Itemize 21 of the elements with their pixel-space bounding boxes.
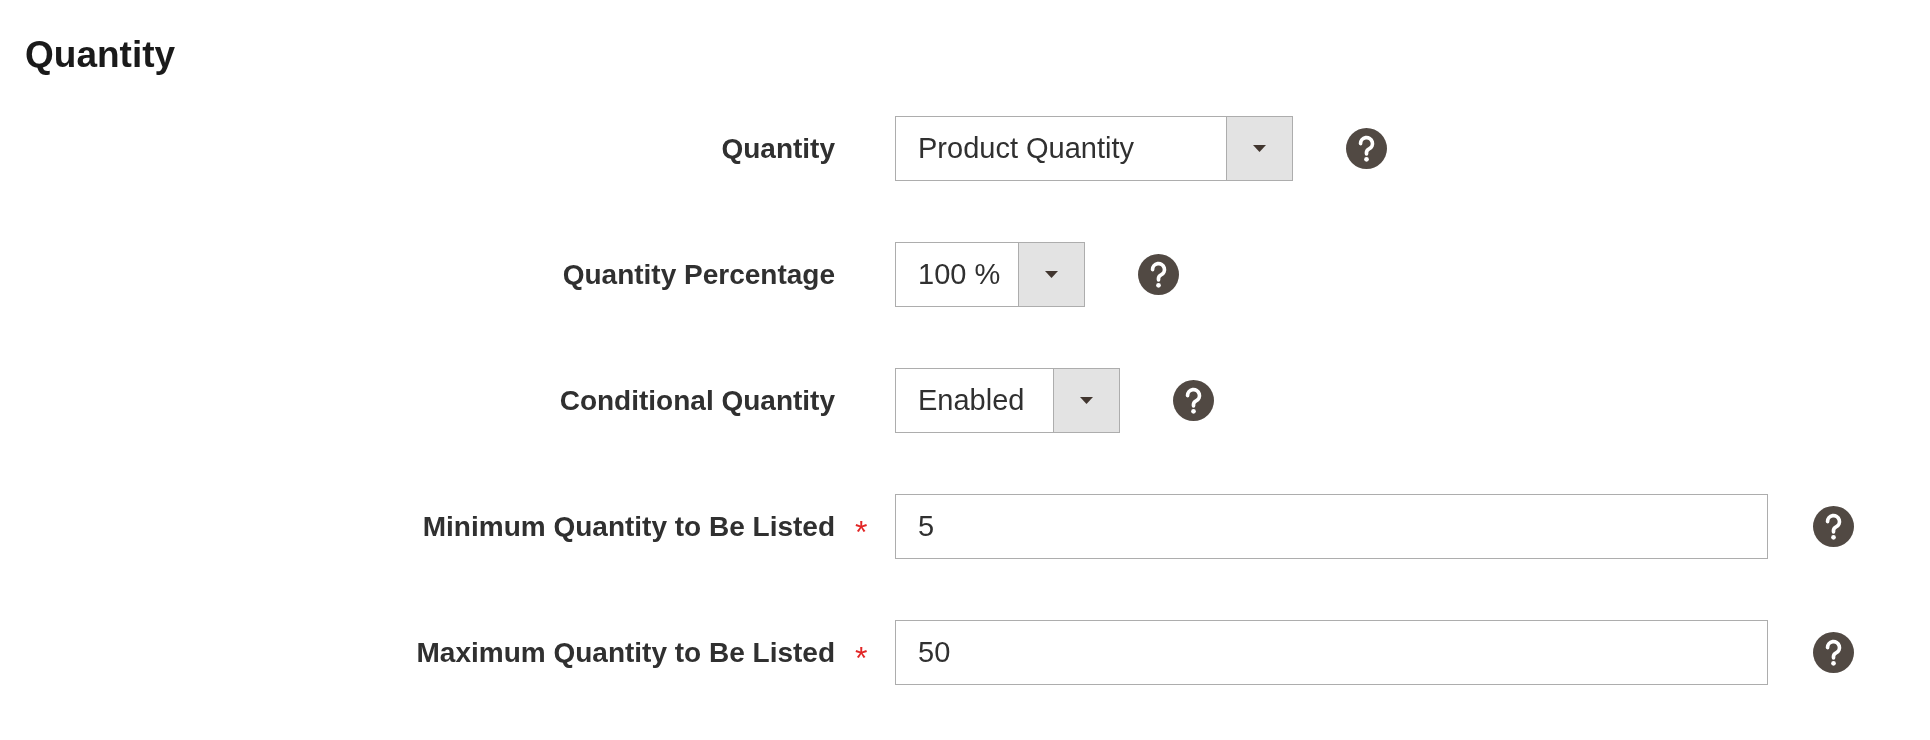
help-icon[interactable] [1813, 632, 1854, 673]
help-icon[interactable] [1138, 254, 1179, 295]
field-label: Quantity [721, 131, 835, 166]
field-label: Minimum Quantity to Be Listed [422, 509, 835, 544]
help-icon[interactable] [1813, 506, 1854, 547]
input-field[interactable]: 50 [895, 620, 1768, 685]
required-asterisk: * [855, 638, 868, 674]
select-dropdown[interactable]: Enabled [895, 368, 1120, 433]
section-title: Quantity [25, 34, 176, 76]
caret-icon [1045, 271, 1058, 278]
required-asterisk: * [855, 512, 868, 548]
select-dropdown[interactable]: Product Quantity [895, 116, 1293, 181]
caret-icon [1080, 397, 1093, 404]
help-icon[interactable] [1173, 380, 1214, 421]
field-label: Quantity Percentage [562, 257, 835, 292]
help-icon[interactable] [1346, 128, 1387, 169]
field-label: Maximum Quantity to Be Listed [416, 635, 835, 670]
input-field[interactable]: 5 [895, 494, 1768, 559]
caret-icon [1253, 145, 1266, 152]
field-label: Conditional Quantity [559, 383, 835, 418]
select-dropdown[interactable]: 100 % [895, 242, 1085, 307]
